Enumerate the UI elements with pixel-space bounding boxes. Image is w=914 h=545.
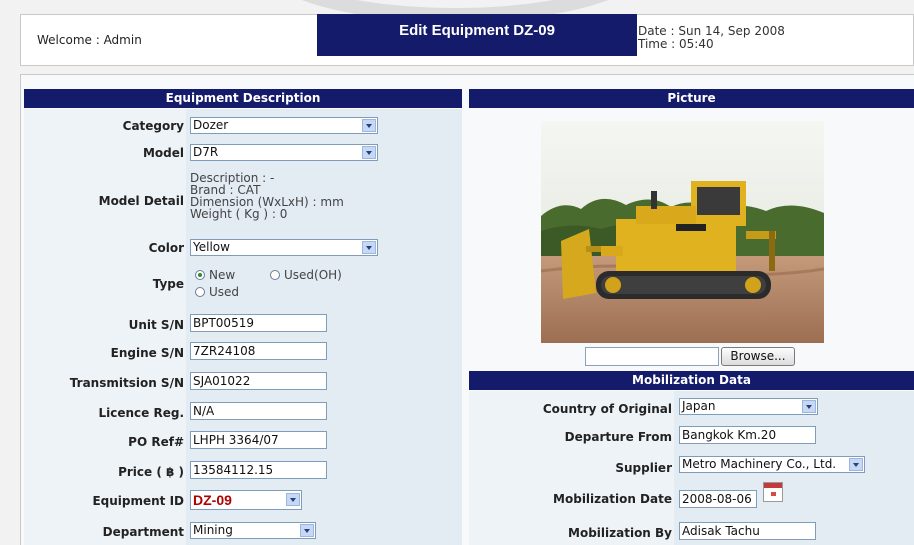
type-usedoh-label: Used(OH) bbox=[284, 268, 342, 282]
supplier-select[interactable]: Metro Machinery Co., Ltd. bbox=[679, 456, 865, 473]
price-input[interactable]: 13584112.15 bbox=[190, 461, 327, 479]
price-label: Price ( ฿ ) bbox=[118, 465, 184, 479]
model-value: D7R bbox=[193, 145, 219, 159]
type-label: Type bbox=[152, 277, 184, 291]
time-text: Time : 05:40 bbox=[638, 37, 714, 51]
color-value: Yellow bbox=[193, 240, 230, 254]
picture-file-input[interactable] bbox=[585, 347, 719, 366]
model-select[interactable]: D7R bbox=[190, 144, 378, 161]
category-label: Category bbox=[122, 119, 184, 133]
radio-unselected-icon[interactable] bbox=[270, 270, 280, 280]
department-value: Mining bbox=[193, 523, 233, 537]
unit-sn-label: Unit S/N bbox=[128, 318, 184, 332]
department-select[interactable]: Mining bbox=[190, 522, 316, 539]
dropdown-arrow-icon[interactable] bbox=[286, 493, 300, 506]
mobilization-by-input[interactable]: Adisak Tachu bbox=[679, 522, 816, 540]
browse-button[interactable]: Browse... bbox=[721, 347, 795, 366]
type-used-radio[interactable]: Used bbox=[195, 285, 239, 299]
departure-label: Departure From bbox=[564, 430, 672, 444]
date-time: Date : Sun 14, Sep 2008 Time : 05:40 bbox=[638, 25, 785, 51]
dropdown-arrow-icon[interactable] bbox=[849, 458, 863, 471]
dropdown-arrow-icon[interactable] bbox=[362, 119, 376, 132]
radio-unselected-icon[interactable] bbox=[195, 287, 205, 297]
licence-reg-input[interactable]: N/A bbox=[190, 402, 327, 420]
po-ref-input[interactable]: LHPH 3364/07 bbox=[190, 431, 327, 449]
equipment-id-value: DZ-09 bbox=[193, 492, 232, 508]
dropdown-arrow-icon[interactable] bbox=[300, 524, 314, 537]
country-select[interactable]: Japan bbox=[679, 398, 818, 415]
country-label: Country of Original bbox=[542, 402, 672, 416]
model-detail-text: Description : - Brand : CAT Dimension (W… bbox=[190, 172, 344, 220]
radio-selected-icon[interactable] bbox=[195, 270, 205, 280]
equipment-id-select[interactable]: DZ-09 bbox=[190, 490, 302, 510]
engine-sn-label: Engine S/N bbox=[110, 346, 184, 360]
welcome-text: Welcome : Admin bbox=[37, 33, 142, 47]
po-ref-label: PO Ref# bbox=[128, 435, 184, 449]
model-label: Model bbox=[142, 146, 184, 160]
mobilization-by-label: Mobilization By bbox=[568, 526, 672, 540]
supplier-value: Metro Machinery Co., Ltd. bbox=[682, 457, 837, 471]
mobilization-date-input[interactable]: 2008-08-06 bbox=[679, 490, 757, 508]
type-new-radio[interactable]: New bbox=[195, 268, 235, 282]
page-title: Edit Equipment DZ-09 bbox=[317, 14, 637, 56]
dropdown-arrow-icon[interactable] bbox=[362, 146, 376, 159]
color-label: Color bbox=[148, 241, 184, 255]
engine-sn-input[interactable]: 7ZR24108 bbox=[190, 342, 327, 360]
unit-sn-input[interactable]: BPT00519 bbox=[190, 314, 327, 332]
departure-input[interactable]: Bangkok Km.20 bbox=[679, 426, 816, 444]
model-weight: Weight ( Kg ) : 0 bbox=[190, 207, 288, 221]
dropdown-arrow-icon[interactable] bbox=[802, 400, 816, 413]
equipment-photo bbox=[541, 121, 824, 343]
type-usedoh-radio[interactable]: Used(OH) bbox=[270, 268, 342, 282]
licence-reg-label: Licence Reg. bbox=[98, 406, 184, 420]
header-bar: Welcome : Admin Edit Equipment DZ-09 Dat… bbox=[20, 14, 914, 66]
department-label: Department bbox=[102, 525, 184, 539]
category-value: Dozer bbox=[193, 118, 229, 132]
model-detail-label: Model Detail bbox=[98, 194, 184, 208]
category-select[interactable]: Dozer bbox=[190, 117, 378, 134]
equipment-id-label: Equipment ID bbox=[92, 494, 184, 508]
country-value: Japan bbox=[682, 399, 716, 413]
color-select[interactable]: Yellow bbox=[190, 239, 378, 256]
transmission-sn-label: Transmitsion S/N bbox=[69, 376, 184, 390]
mobilization-heading: Mobilization Data bbox=[469, 371, 914, 390]
picture-heading: Picture bbox=[469, 89, 914, 108]
supplier-label: Supplier bbox=[615, 461, 672, 475]
equipment-description-heading: Equipment Description bbox=[24, 89, 462, 108]
type-used-label: Used bbox=[209, 285, 240, 299]
mobilization-date-label: Mobilization Date bbox=[553, 492, 672, 506]
type-new-label: New bbox=[209, 268, 236, 282]
calendar-icon[interactable] bbox=[763, 482, 783, 502]
transmission-sn-input[interactable]: SJA01022 bbox=[190, 372, 327, 390]
dropdown-arrow-icon[interactable] bbox=[362, 241, 376, 254]
